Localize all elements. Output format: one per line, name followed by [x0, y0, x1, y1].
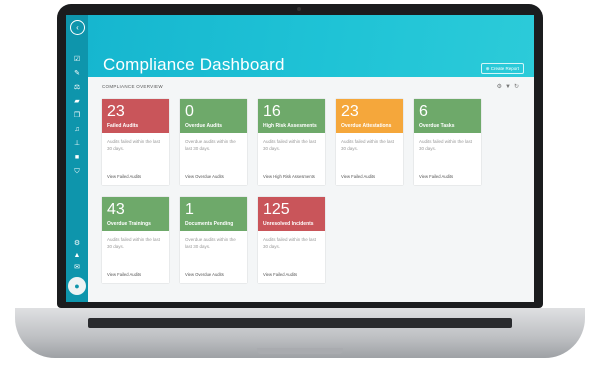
card-description: Audits failed within the last 30 days.	[107, 237, 161, 249]
card-label: Overdue Tasks	[419, 123, 455, 129]
card-description: Overdue audits within the last 30 days.	[185, 139, 236, 151]
documents-icon[interactable]: ❐	[72, 111, 82, 121]
folder-icon[interactable]: ▰	[72, 97, 82, 107]
card-header: 16 High Risk Assesments	[258, 99, 325, 133]
card-link[interactable]: View Overdue Audits	[185, 174, 224, 179]
bell-icon[interactable]: ♫	[72, 125, 82, 135]
filter-icon[interactable]: ▼	[505, 84, 514, 90]
card-link[interactable]: View Failed Audits	[341, 174, 375, 179]
checklist-icon[interactable]: ☑	[72, 55, 82, 65]
card-link[interactable]: View Failed Audits	[419, 174, 453, 179]
card-header: 43 Overdue Trainings	[102, 197, 169, 231]
kpi-card[interactable]: 43 Overdue Trainings Audits failed within …	[102, 197, 169, 283]
sidebar-toggle-icon[interactable]: ‹	[70, 20, 85, 35]
section-label: COMPLIANCE OVERVIEW	[102, 84, 163, 89]
settings-icon[interactable]: ⚙	[497, 84, 505, 90]
kpi-card[interactable]: 23 Failed Audits Audits failed within the …	[102, 99, 169, 185]
kpi-card[interactable]: 6 Overdue Tasks Audits failed within the l…	[414, 99, 481, 185]
card-value: 23	[107, 103, 125, 120]
shield-icon[interactable]: ⛉	[72, 167, 82, 177]
mail-icon[interactable]: ✉	[72, 263, 82, 273]
card-header: 23 Overdue Attestations	[336, 99, 403, 133]
kpi-card[interactable]: 23 Overdue Attestations Audits failed with…	[336, 99, 403, 185]
card-description: Audits failed within the last 30 days.	[419, 139, 473, 151]
card-link[interactable]: View Failed Audits	[107, 272, 141, 277]
card-value: 16	[263, 103, 281, 120]
card-value: 1	[185, 201, 194, 218]
sidebar: ‹ ☑ ✎ ⚖ ▰ ❐ ♫ ⊥ ■ ⛉ ⚙ ▲ ✉ ●	[66, 15, 88, 302]
card-header: 0 Overdue Audits	[180, 99, 247, 133]
card-description: Audits failed within the last 30 days.	[263, 237, 317, 249]
card-label: Overdue Audits	[185, 123, 223, 129]
card-value: 43	[107, 201, 125, 218]
card-label: Overdue Attestations	[341, 123, 392, 129]
camera	[297, 7, 301, 11]
card-link[interactable]: View Failed Audits	[263, 272, 297, 277]
page-header: Compliance Dashboard ⊕ Create Report	[88, 15, 534, 77]
laptop-keyboard	[88, 318, 512, 328]
card-label: Overdue Trainings	[107, 221, 151, 227]
create-report-button[interactable]: ⊕ Create Report	[480, 63, 524, 74]
card-link[interactable]: View High Risk Assesments	[263, 174, 315, 179]
card-link[interactable]: View Overdue Audits	[185, 272, 224, 277]
balance-icon[interactable]: ⚖	[72, 83, 82, 93]
card-value: 23	[341, 103, 359, 120]
card-header: 6 Overdue Tasks	[414, 99, 481, 133]
card-description: Audits failed within the last 30 days.	[263, 139, 317, 151]
refresh-icon[interactable]: ↻	[514, 84, 522, 90]
card-link[interactable]: View Failed Audits	[107, 174, 141, 179]
kpi-card[interactable]: 16 High Risk Assesments Audits failed with…	[258, 99, 325, 185]
card-value: 6	[419, 103, 428, 120]
card-label: High Risk Assesments	[263, 123, 317, 129]
kpi-card[interactable]: 0 Overdue Audits Overdue audits within the…	[180, 99, 247, 185]
briefcase-icon[interactable]: ■	[72, 153, 82, 163]
card-description: Audits failed within the last 30 days.	[107, 139, 161, 151]
card-label: Documents Pending	[185, 221, 234, 227]
edit-icon[interactable]: ✎	[72, 69, 82, 79]
kpi-card[interactable]: 125 Unresolved Incidents Audits failed wit…	[258, 197, 325, 283]
user-avatar-icon[interactable]: ●	[68, 277, 86, 295]
card-header: 125 Unresolved Incidents	[258, 197, 325, 231]
card-value: 125	[263, 201, 290, 218]
card-value: 0	[185, 103, 194, 120]
card-description: Overdue audits within the last 30 days.	[185, 237, 236, 249]
laptop-hinge	[257, 348, 343, 354]
alert-icon[interactable]: ▲	[72, 251, 82, 261]
card-header: 23 Failed Audits	[102, 99, 169, 133]
create-report-label: Create Report	[490, 66, 519, 71]
kpi-card[interactable]: 1 Documents Pending Overdue audits within …	[180, 197, 247, 283]
settings-icon[interactable]: ⚙	[72, 239, 82, 249]
card-label: Unresolved Incidents	[263, 221, 314, 227]
org-chart-icon[interactable]: ⊥	[72, 139, 82, 149]
screen: ‹ ☑ ✎ ⚖ ▰ ❐ ♫ ⊥ ■ ⛉ ⚙ ▲ ✉ ● Compliance D…	[66, 15, 534, 302]
card-header: 1 Documents Pending	[180, 197, 247, 231]
page-title: Compliance Dashboard	[103, 55, 285, 74]
toolbar-icons: ⚙▼↻	[497, 83, 522, 90]
card-label: Failed Audits	[107, 123, 139, 129]
card-description: Audits failed within the last 30 days.	[341, 139, 395, 151]
